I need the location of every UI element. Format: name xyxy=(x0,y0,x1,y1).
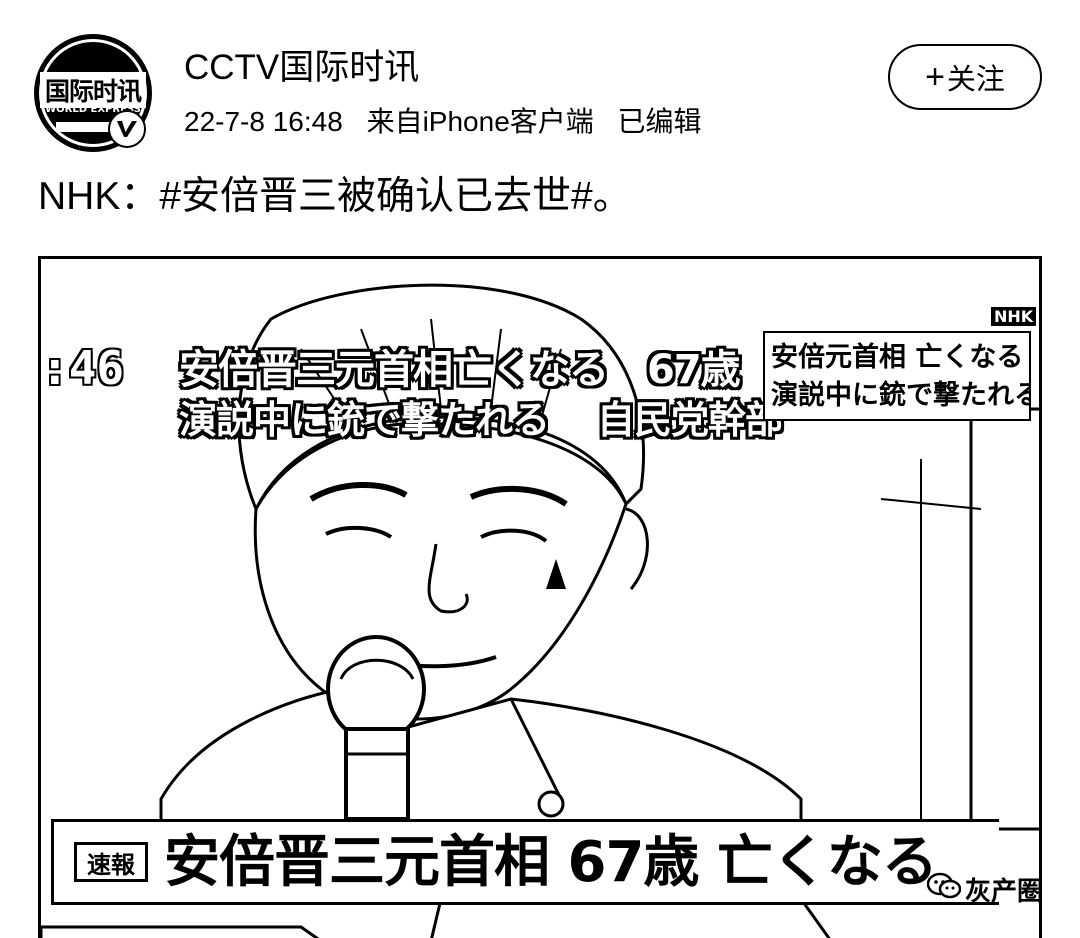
post-image[interactable]: :46 NHK 安倍晋三元首相亡くなる 67歳 演説中に銃で撃たれる 自民党幹部… xyxy=(38,256,1042,938)
follow-button[interactable]: + 关注 xyxy=(888,44,1042,110)
wechat-icon xyxy=(926,872,962,907)
post-timestamp: 22-7-8 16:48 xyxy=(184,106,343,137)
side-headline-line-2: 演説中に銃で撃たれる xyxy=(771,380,1031,411)
caption-line-2: 演説中に銃で撃たれる xyxy=(179,398,550,442)
caption-line-1: 安倍晋三元首相亡くなる 67歳 xyxy=(179,347,741,393)
broadcast-timecode: :46 xyxy=(41,341,125,395)
caption-line-2-right: 自民党幹部 xyxy=(597,398,783,442)
avatar-logo-text: 国际时讯 xyxy=(40,72,146,108)
account-name[interactable]: CCTV国际时讯 xyxy=(184,48,419,88)
breaking-news-label: 速報 xyxy=(74,842,148,882)
verified-badge-icon xyxy=(108,110,146,148)
side-headline-box: 安倍元首相 亡くなる 演説中に銃で撃たれる xyxy=(763,331,1031,421)
plus-icon: + xyxy=(925,58,945,96)
post-meta: 22-7-8 16:48 来自iPhone客户端 已编辑 xyxy=(184,104,718,140)
channel-logo-text: NHK xyxy=(991,307,1037,326)
post-edited-label[interactable]: 已编辑 xyxy=(618,106,702,137)
watermark-text: 灰产圈 xyxy=(965,877,1042,907)
lower-third-headline: 安倍晋三元首相 67歳 亡くなる xyxy=(164,830,938,895)
lower-third-banner: 速報 安倍晋三元首相 67歳 亡くなる xyxy=(51,819,999,905)
post-source: 来自iPhone客户端 xyxy=(366,106,594,137)
side-headline-line-1: 安倍元首相 亡くなる xyxy=(771,342,1024,373)
image-watermark: 灰产圈 xyxy=(926,871,1042,908)
post-text: NHK：#安倍晋三被确认已去世#。 xyxy=(38,175,632,218)
follow-button-label: 关注 xyxy=(946,64,1005,96)
